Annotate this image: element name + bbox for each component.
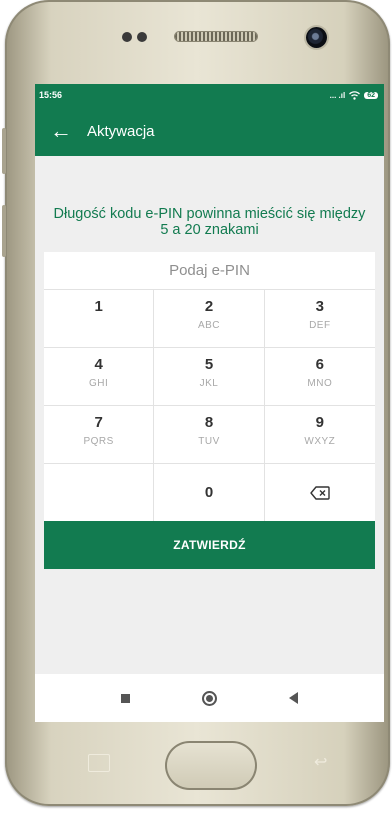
key-letters: JKL [199, 378, 219, 389]
key-letters: TUV [198, 436, 220, 447]
circle-icon[interactable] [202, 690, 217, 706]
key-digit: 1 [94, 298, 103, 315]
square-icon[interactable] [121, 693, 130, 703]
android-nav-bar [35, 674, 384, 722]
sensor-dots [122, 32, 152, 42]
key-3[interactable]: 3 DEF [264, 290, 375, 348]
recent-apps-hardware-icon[interactable] [88, 754, 110, 772]
back-arrow-icon[interactable]: ← [35, 120, 87, 142]
signal-icon: ... .ıl [329, 90, 346, 100]
key-digit: 5 [204, 356, 214, 373]
back-hardware-icon[interactable]: ↩ [314, 755, 336, 771]
key-letters: ABC [197, 320, 221, 331]
key-letters: GHI [89, 378, 109, 389]
wifi-icon [349, 90, 361, 100]
battery-icon: 62 [364, 91, 378, 99]
pin-input[interactable]: Podaj e-PIN [44, 252, 375, 290]
side-button [2, 205, 6, 257]
numeric-keypad: 1 2 ABC 3 DEF 4 GHI 5 JKL 6 MNO 7 PQRS 8… [44, 290, 375, 521]
key-7[interactable]: 7 PQRS [44, 406, 155, 464]
triangle-back-icon[interactable] [289, 692, 298, 704]
status-bar: 15:56 ... .ıl 62 [35, 84, 384, 106]
app-bar: ← Aktywacja [35, 106, 384, 156]
key-digit: 0 [204, 483, 214, 501]
key-letters: WXYZ [304, 436, 336, 447]
key-6[interactable]: 6 MNO [264, 348, 375, 406]
backspace-icon [310, 485, 330, 500]
pin-length-message: Długość kodu e-PIN powinna mieścić się m… [53, 206, 366, 238]
confirm-button[interactable]: ZATWIERDŹ [44, 521, 375, 569]
status-time: 15:56 [39, 90, 63, 100]
key-digit: 9 [315, 414, 324, 431]
key-1[interactable]: 1 [44, 290, 155, 348]
key-digit: 2 [204, 298, 214, 315]
front-camera [306, 27, 327, 48]
key-0[interactable]: 0 [154, 464, 265, 521]
key-letters: MNO [307, 378, 333, 389]
pin-entry-card: Podaj e-PIN 1 2 ABC 3 DEF 4 GHI 5 JKL 6 … [44, 252, 375, 569]
key-5[interactable]: 5 JKL [154, 348, 265, 406]
backspace-key[interactable] [265, 464, 375, 521]
app-screen: 15:56 ... .ıl 62 ← Aktywacja Długość kod… [35, 84, 384, 722]
key-digit: 7 [94, 414, 103, 431]
home-hardware-button[interactable] [165, 741, 257, 790]
key-digit: 6 [315, 356, 324, 373]
key-digit: 8 [204, 414, 214, 431]
status-icons: ... .ıl 62 [330, 91, 378, 100]
page-title: Aktywacja [87, 122, 155, 140]
earpiece-grille [175, 32, 257, 41]
key-8[interactable]: 8 TUV [154, 406, 265, 464]
key-9[interactable]: 9 WXYZ [264, 406, 375, 464]
key-digit: 4 [94, 356, 103, 373]
key-2[interactable]: 2 ABC [154, 290, 265, 348]
volume-button [2, 128, 6, 174]
key-empty [44, 464, 155, 521]
key-letters: DEF [309, 320, 331, 331]
key-digit: 3 [315, 298, 324, 315]
key-letters: PQRS [83, 436, 114, 447]
key-4[interactable]: 4 GHI [44, 348, 155, 406]
